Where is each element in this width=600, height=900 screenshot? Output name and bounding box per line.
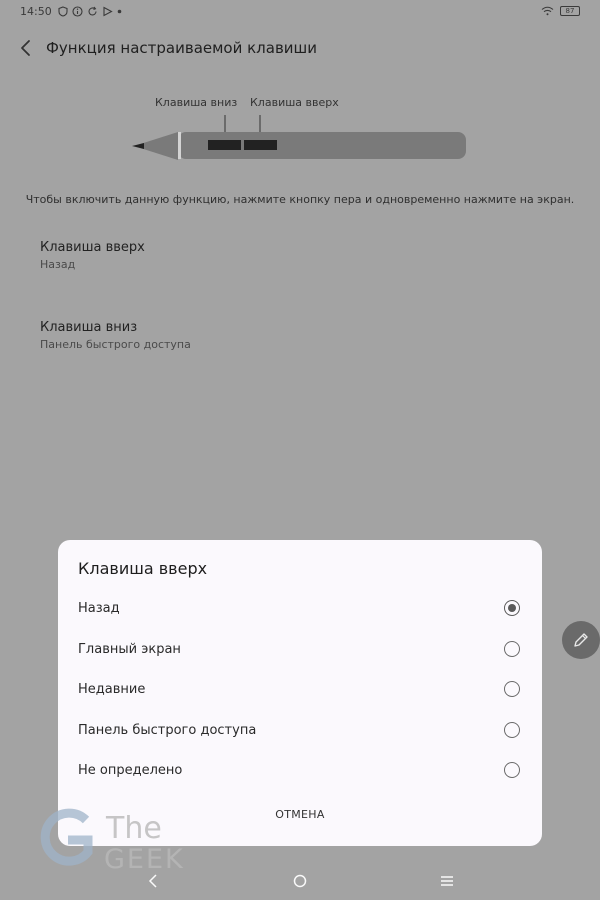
setting-value: Панель быстрого доступа: [40, 338, 191, 351]
option-label: Недавние: [78, 681, 146, 697]
status-bar: 14:50 87: [0, 0, 600, 22]
option-label: Не определено: [78, 762, 183, 778]
sync-icon: [88, 6, 97, 15]
option-quick-panel[interactable]: Панель быстрого доступа: [58, 710, 542, 750]
status-notification-icons: [58, 5, 122, 17]
nav-home-icon: [293, 874, 307, 888]
key-up-dialog: Клавиша вверх Назад Главный экран Недавн…: [58, 540, 542, 846]
watermark-line1: The: [105, 811, 162, 846]
nav-menu-button[interactable]: [436, 870, 458, 892]
watermark: The GEEK: [40, 808, 210, 875]
option-label: Главный экран: [78, 641, 181, 657]
instructions-text: Чтобы включить данную функцию, нажмите к…: [25, 193, 575, 206]
wifi-icon: [541, 6, 554, 16]
radio-dot: [508, 604, 516, 612]
option-label: Панель быстрого доступа: [78, 722, 257, 738]
info-icon: [72, 5, 83, 17]
radio-unselected[interactable]: [504, 681, 520, 697]
shield-icon: [58, 5, 68, 17]
nav-back-button[interactable]: [142, 870, 164, 892]
page-title: Функция настраиваемой клавиши: [46, 39, 318, 57]
battery-icon: 87: [560, 6, 580, 16]
chevron-left-icon: [21, 40, 30, 56]
setting-key-down[interactable]: Клавиша вниз Панель быстрого доступа: [40, 320, 191, 351]
navigation-bar: [0, 866, 600, 896]
label-key-up: Клавиша вверх: [250, 96, 339, 109]
pen-illustration: Клавиша вниз Клавиша вверх: [130, 96, 470, 166]
setting-key-up[interactable]: Клавиша вверх Назад: [40, 240, 145, 271]
setting-label: Клавиша вниз: [40, 320, 138, 335]
option-undefined[interactable]: Не определено: [58, 750, 542, 790]
radio-selected[interactable]: [504, 600, 520, 616]
setting-label: Клавиша вверх: [40, 240, 145, 255]
status-time: 14:50: [20, 4, 52, 18]
nav-home-button[interactable]: [289, 870, 311, 892]
label-key-down: Клавиша вниз: [155, 96, 238, 109]
thegeek-logo-icon: The GEEK: [40, 808, 183, 875]
dot-icon: [117, 9, 122, 13]
setting-value: Назад: [40, 258, 76, 271]
option-home[interactable]: Главный экран: [58, 629, 542, 669]
radio-unselected[interactable]: [504, 641, 520, 657]
pen-icon: [574, 633, 588, 647]
dialog-title: Клавиша вверх: [78, 559, 208, 578]
status-system-icons: 87: [541, 6, 580, 16]
radio-unselected[interactable]: [504, 722, 520, 738]
nav-menu-icon: [441, 876, 453, 886]
floating-pen-button[interactable]: [562, 621, 600, 659]
header: Функция настраиваемой клавиши: [14, 34, 317, 62]
nav-back-icon: [148, 874, 157, 888]
radio-unselected[interactable]: [504, 762, 520, 778]
option-label: Назад: [78, 600, 120, 616]
option-back[interactable]: Назад: [58, 588, 542, 628]
play-store-icon: [103, 6, 113, 16]
option-recents[interactable]: Недавние: [58, 669, 542, 709]
back-button[interactable]: [14, 34, 36, 62]
